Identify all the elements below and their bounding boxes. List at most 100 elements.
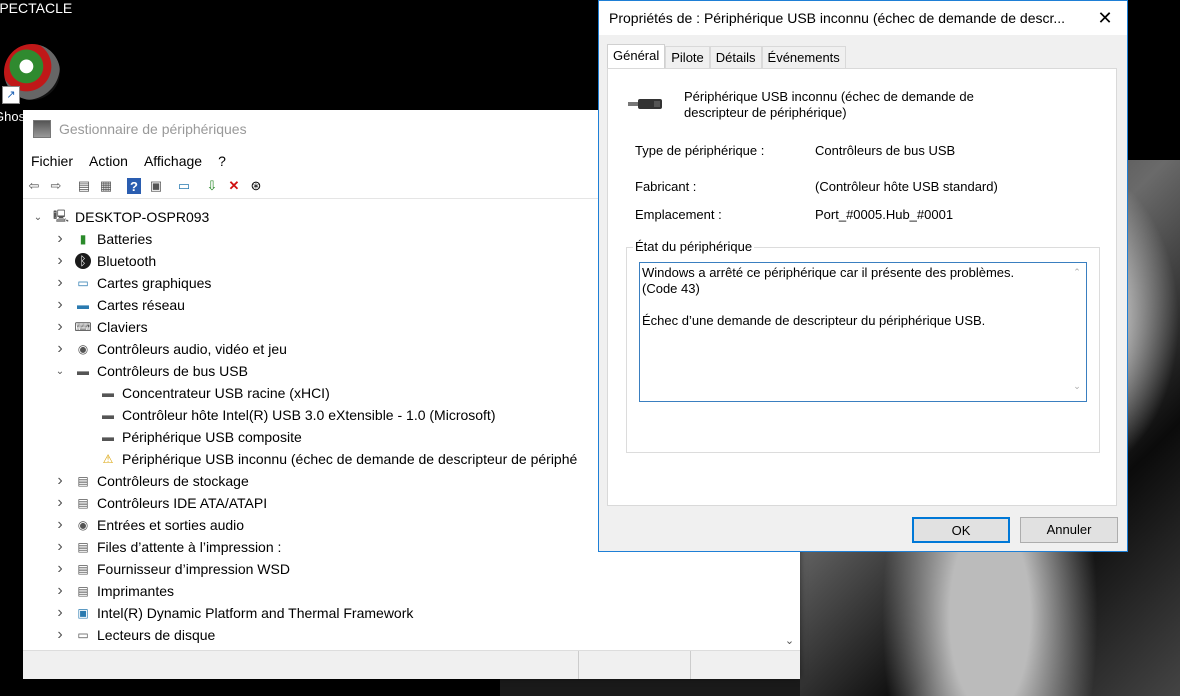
disable-device-icon[interactable]: ⊛: [245, 176, 267, 196]
status-line: Windows a arrêté ce périphérique car il …: [642, 265, 1015, 280]
usb-warning-icon: ⚠: [102, 452, 114, 466]
expand-chevron-icon[interactable]: ›: [53, 318, 67, 336]
tree-item[interactable]: › ▭ Lecteurs de disque: [53, 624, 215, 646]
tree-item[interactable]: › ▭ Cartes graphiques: [53, 272, 211, 294]
tab-general[interactable]: Général: [607, 44, 666, 69]
shortcut-arrow-icon: ↗: [2, 86, 20, 104]
tab-details[interactable]: Détails: [709, 46, 762, 68]
printer-icon: ▤: [77, 584, 89, 598]
expand-chevron-icon[interactable]: ›: [53, 472, 67, 490]
tree-item-label: Files d’attente à l’impression :: [97, 539, 282, 555]
display-adapter-icon: ▭: [77, 276, 89, 290]
keyboard-icon: ⌨: [74, 320, 92, 334]
properties-icon[interactable]: ▦: [95, 176, 117, 196]
expand-chevron-icon[interactable]: ›: [53, 296, 67, 314]
expand-chevron-icon[interactable]: ›: [53, 252, 67, 270]
scroll-down-icon[interactable]: ⌄: [779, 634, 800, 647]
ok-button[interactable]: OK: [912, 517, 1010, 543]
view-icon[interactable]: ▣: [145, 176, 167, 196]
expand-chevron-icon[interactable]: ›: [53, 604, 67, 622]
cancel-button[interactable]: Annuler: [1020, 517, 1118, 543]
tree-item[interactable]: ▬ Périphérique USB composite: [76, 426, 302, 448]
scroll-up-icon[interactable]: ⌃: [1068, 267, 1086, 278]
tree-item[interactable]: ⚠ Périphérique USB inconnu (échec de dema…: [76, 448, 578, 470]
tree-item-label: Contrôleur hôte Intel(R) USB 3.0 eXtensi…: [122, 407, 496, 423]
uninstall-icon[interactable]: ✕: [223, 176, 245, 196]
device-status-text: Windows a arrêté ce périphérique car il …: [642, 265, 1062, 329]
expand-chevron-icon[interactable]: ›: [53, 582, 67, 600]
device-status-textbox[interactable]: Windows a arrêté ce périphérique car il …: [639, 262, 1087, 402]
status-line: Échec d’une demande de descripteur du pé…: [642, 313, 986, 328]
expand-chevron-icon[interactable]: ›: [53, 340, 67, 358]
scroll-down-icon[interactable]: ⌄: [1068, 381, 1086, 392]
menu-help[interactable]: ?: [210, 150, 234, 172]
device-manager-icon: [33, 120, 51, 138]
device-type-value: Contrôleurs de bus USB: [815, 143, 956, 158]
expand-chevron-icon[interactable]: ›: [53, 516, 67, 534]
menu-bar: Fichier Action Affichage ?: [23, 150, 234, 172]
tree-item[interactable]: › ◉ Entrées et sorties audio: [53, 514, 244, 536]
expand-chevron-icon[interactable]: ›: [53, 626, 67, 644]
tree-item[interactable]: ⌄ ▬ Contrôleurs de bus USB: [53, 360, 248, 382]
tree-item-label: Bluetooth: [97, 253, 157, 269]
collapse-chevron-icon[interactable]: ⌄: [53, 366, 67, 377]
ide-icon: ▤: [77, 496, 89, 510]
tab-evenements[interactable]: Événements: [761, 46, 846, 68]
tree-item[interactable]: › ▤ Imprimantes: [53, 580, 174, 602]
tree-item[interactable]: › ◉ Contrôleurs audio, vidéo et jeu: [53, 338, 287, 360]
status-scrollbar[interactable]: ⌃ ⌄: [1068, 263, 1086, 401]
monitor-icon[interactable]: ▭: [173, 176, 195, 196]
expand-chevron-icon[interactable]: ›: [53, 560, 67, 578]
storage-icon: ▤: [77, 474, 89, 488]
device-manager-title: Gestionnaire de périphériques: [59, 121, 247, 137]
bluetooth-icon: ᛒ: [75, 253, 91, 269]
tree-item[interactable]: › ▤ Files d’attente à l’impression :: [53, 536, 281, 558]
tree-item-label: Intel(R) Dynamic Platform and Thermal Fr…: [97, 605, 414, 621]
device-name-line2: descripteur de périphérique): [684, 105, 847, 120]
tree-item-label: Contrôleurs de stockage: [97, 473, 249, 489]
menu-fichier[interactable]: Fichier: [23, 150, 81, 172]
tree-item[interactable]: › ▤ Contrôleurs IDE ATA/ATAPI: [53, 492, 267, 514]
expand-chevron-icon[interactable]: ›: [53, 274, 67, 292]
tree-item-label: Concentrateur USB racine (xHCI): [122, 385, 330, 401]
tree-item[interactable]: › ⌨ Claviers: [53, 316, 147, 338]
status-bar-divider: [578, 651, 579, 679]
help-icon[interactable]: ?: [127, 178, 141, 194]
collapse-chevron-icon[interactable]: ⌄: [31, 212, 45, 223]
dialog-tabs: Général Pilote Détails Événements: [607, 44, 846, 69]
tree-item[interactable]: › ▮ Batteries: [53, 228, 152, 250]
tree-item[interactable]: › ᛒ Bluetooth: [53, 250, 156, 272]
menu-action[interactable]: Action: [81, 150, 136, 172]
status-line: (Code 43): [642, 281, 700, 296]
tab-pilote[interactable]: Pilote: [665, 46, 710, 68]
tree-item[interactable]: ▬ Contrôleur hôte Intel(R) USB 3.0 eXtens…: [76, 404, 496, 426]
expand-chevron-icon[interactable]: ›: [53, 494, 67, 512]
expand-chevron-icon[interactable]: ›: [53, 538, 67, 556]
tree-item-label: Périphérique USB inconnu (échec de deman…: [122, 451, 578, 467]
general-panel: Périphérique USB inconnu (échec de deman…: [607, 68, 1117, 506]
tree-item[interactable]: ⌄ 🖳 DESKTOP-OSPR093: [31, 206, 210, 228]
tree-item-label: Batteries: [97, 231, 153, 247]
back-icon[interactable]: ⇦: [23, 176, 45, 196]
show-hide-tree-icon[interactable]: ▤: [73, 176, 95, 196]
close-icon[interactable]: ✕: [1091, 5, 1119, 31]
device-status-group: État du périphérique Windows a arrêté ce…: [626, 239, 1100, 453]
update-driver-icon[interactable]: ⇩: [201, 176, 223, 196]
expand-chevron-icon[interactable]: ›: [53, 230, 67, 248]
tree-item[interactable]: › ▣ Intel(R) Dynamic Platform and Thermal …: [53, 602, 413, 624]
forward-icon[interactable]: ⇨: [45, 176, 67, 196]
device-type-label: Type de périphérique :: [635, 143, 765, 158]
tree-item-label: Lecteurs de disque: [97, 627, 216, 643]
manufacturer-label: Fabricant :: [635, 179, 697, 194]
tree-item[interactable]: › ▤ Contrôleurs de stockage: [53, 470, 249, 492]
device-status-caption: État du périphérique: [633, 239, 755, 254]
chip-icon: ▣: [77, 606, 89, 620]
printer-icon: ▤: [77, 562, 89, 576]
menu-affichage[interactable]: Affichage: [136, 150, 210, 172]
tree-item[interactable]: ▬ Concentrateur USB racine (xHCI): [76, 382, 330, 404]
desktop-label: SPECTACLE: [0, 0, 73, 16]
tree-item[interactable]: › ▤ Fournisseur d’impression WSD: [53, 558, 290, 580]
tree-item[interactable]: › ▬ Cartes réseau: [53, 294, 185, 316]
usb-icon: ▬: [102, 408, 114, 422]
toolbar-separator: [117, 176, 123, 196]
